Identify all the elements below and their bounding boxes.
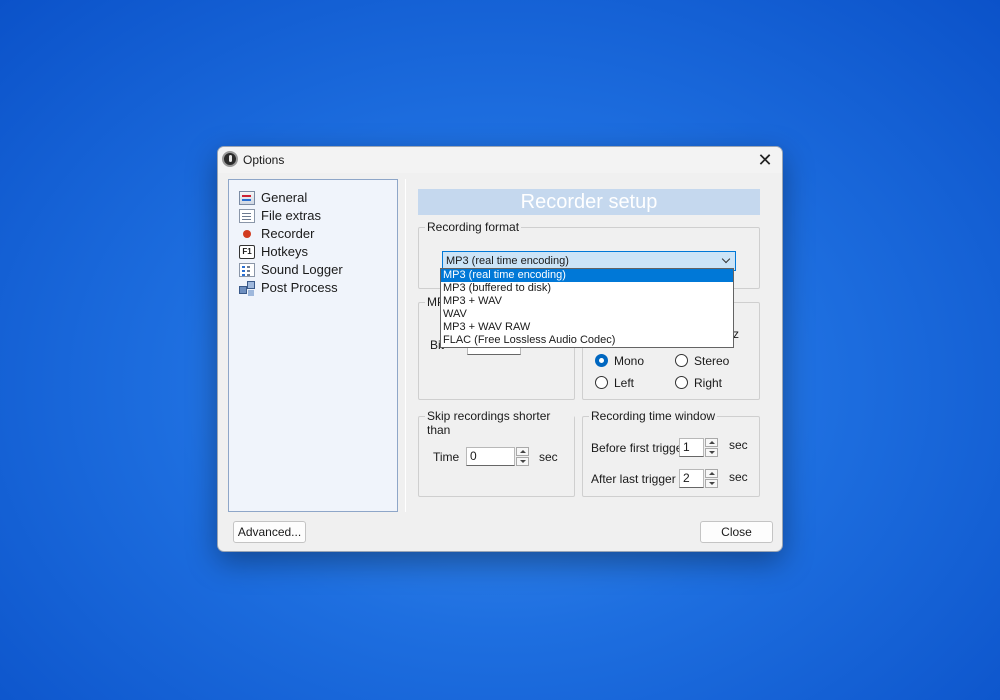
recorder-icon bbox=[239, 227, 255, 241]
nav-item-sound-logger[interactable]: Sound Logger bbox=[239, 261, 343, 278]
spin-down-icon[interactable] bbox=[705, 448, 718, 457]
spin-up-icon[interactable] bbox=[705, 469, 718, 478]
after-trigger-label: After last trigger bbox=[591, 472, 676, 486]
title-bar: Options ✕ bbox=[218, 147, 782, 173]
page-title: Recorder setup bbox=[418, 189, 760, 215]
stereo-radio[interactable] bbox=[675, 354, 688, 367]
time-unit-label: sec bbox=[539, 450, 558, 464]
dropdown-option[interactable]: MP3 (buffered to disk) bbox=[441, 282, 733, 295]
sound-logger-icon bbox=[239, 262, 255, 277]
nav-item-hotkeys[interactable]: F1 Hotkeys bbox=[239, 243, 308, 260]
nav-item-recorder[interactable]: Recorder bbox=[239, 225, 314, 242]
stereo-label: Stereo bbox=[694, 354, 730, 368]
nav-item-label: Hotkeys bbox=[261, 244, 308, 259]
mono-radio[interactable] bbox=[595, 354, 608, 367]
group-legend: Skip recordings shorter than bbox=[425, 409, 574, 437]
after-unit-label: sec bbox=[729, 470, 748, 484]
before-unit-label: sec bbox=[729, 438, 748, 452]
skip-time-stepper[interactable] bbox=[516, 447, 529, 466]
dropdown-option[interactable]: MP3 + WAV bbox=[441, 295, 733, 308]
spin-down-icon[interactable] bbox=[516, 457, 529, 466]
recording-time-window-group: Recording time window Before first trigg… bbox=[582, 409, 760, 497]
left-label: Left bbox=[614, 376, 635, 390]
close-button[interactable]: Close bbox=[700, 521, 773, 543]
before-trigger-label: Before first trigger bbox=[591, 441, 687, 455]
spin-up-icon[interactable] bbox=[705, 438, 718, 447]
nav-item-label: General bbox=[261, 190, 308, 205]
hotkeys-icon: F1 bbox=[239, 244, 255, 259]
after-trigger-input[interactable]: 2 bbox=[679, 469, 704, 488]
before-trigger-stepper[interactable] bbox=[705, 438, 718, 457]
file-extras-icon bbox=[239, 208, 255, 223]
mono-label: Mono bbox=[614, 354, 645, 368]
skip-short-recordings-group: Skip recordings shorter than Time 0 sec bbox=[418, 409, 575, 497]
spin-down-icon[interactable] bbox=[705, 479, 718, 488]
advanced-button[interactable]: Advanced... bbox=[233, 521, 306, 543]
nav-item-label: Sound Logger bbox=[261, 262, 343, 277]
general-icon bbox=[239, 190, 255, 205]
right-radio[interactable] bbox=[675, 376, 688, 389]
app-icon bbox=[222, 151, 238, 167]
right-label: Right bbox=[694, 376, 723, 390]
select-value: MP3 (real time encoding) bbox=[446, 255, 569, 267]
group-legend: Recording time window bbox=[589, 409, 718, 423]
spin-up-icon[interactable] bbox=[516, 447, 529, 456]
after-trigger-stepper[interactable] bbox=[705, 469, 718, 488]
group-legend: Recording format bbox=[425, 220, 522, 234]
options-nav-tree: General File extras Recorder F1 Hotkeys … bbox=[228, 179, 398, 512]
nav-item-file-extras[interactable]: File extras bbox=[239, 207, 321, 224]
chevron-down-icon bbox=[721, 254, 731, 264]
dropdown-option[interactable]: FLAC (Free Lossless Audio Codec) bbox=[441, 334, 733, 347]
window-title: Options bbox=[243, 153, 285, 167]
options-window: Options ✕ General File extras Recorder F… bbox=[217, 146, 783, 552]
nav-item-general[interactable]: General bbox=[239, 189, 307, 206]
dropdown-option[interactable]: MP3 (real time encoding) bbox=[441, 269, 733, 282]
dropdown-option[interactable]: WAV bbox=[441, 308, 733, 321]
left-radio[interactable] bbox=[595, 376, 608, 389]
nav-item-label: Recorder bbox=[261, 226, 315, 241]
skip-time-input[interactable]: 0 bbox=[466, 447, 515, 466]
close-icon[interactable]: ✕ bbox=[752, 148, 778, 172]
post-process-icon bbox=[239, 280, 255, 295]
recording-format-dropdown-list: MP3 (real time encoding) MP3 (buffered t… bbox=[440, 268, 734, 348]
nav-item-label: Post Process bbox=[261, 280, 338, 295]
before-trigger-input[interactable]: 1 bbox=[679, 438, 704, 457]
nav-item-post-process[interactable]: Post Process bbox=[239, 279, 338, 296]
dropdown-option[interactable]: MP3 + WAV RAW bbox=[441, 321, 733, 334]
time-label: Time bbox=[433, 450, 460, 464]
nav-item-label: File extras bbox=[261, 208, 321, 223]
